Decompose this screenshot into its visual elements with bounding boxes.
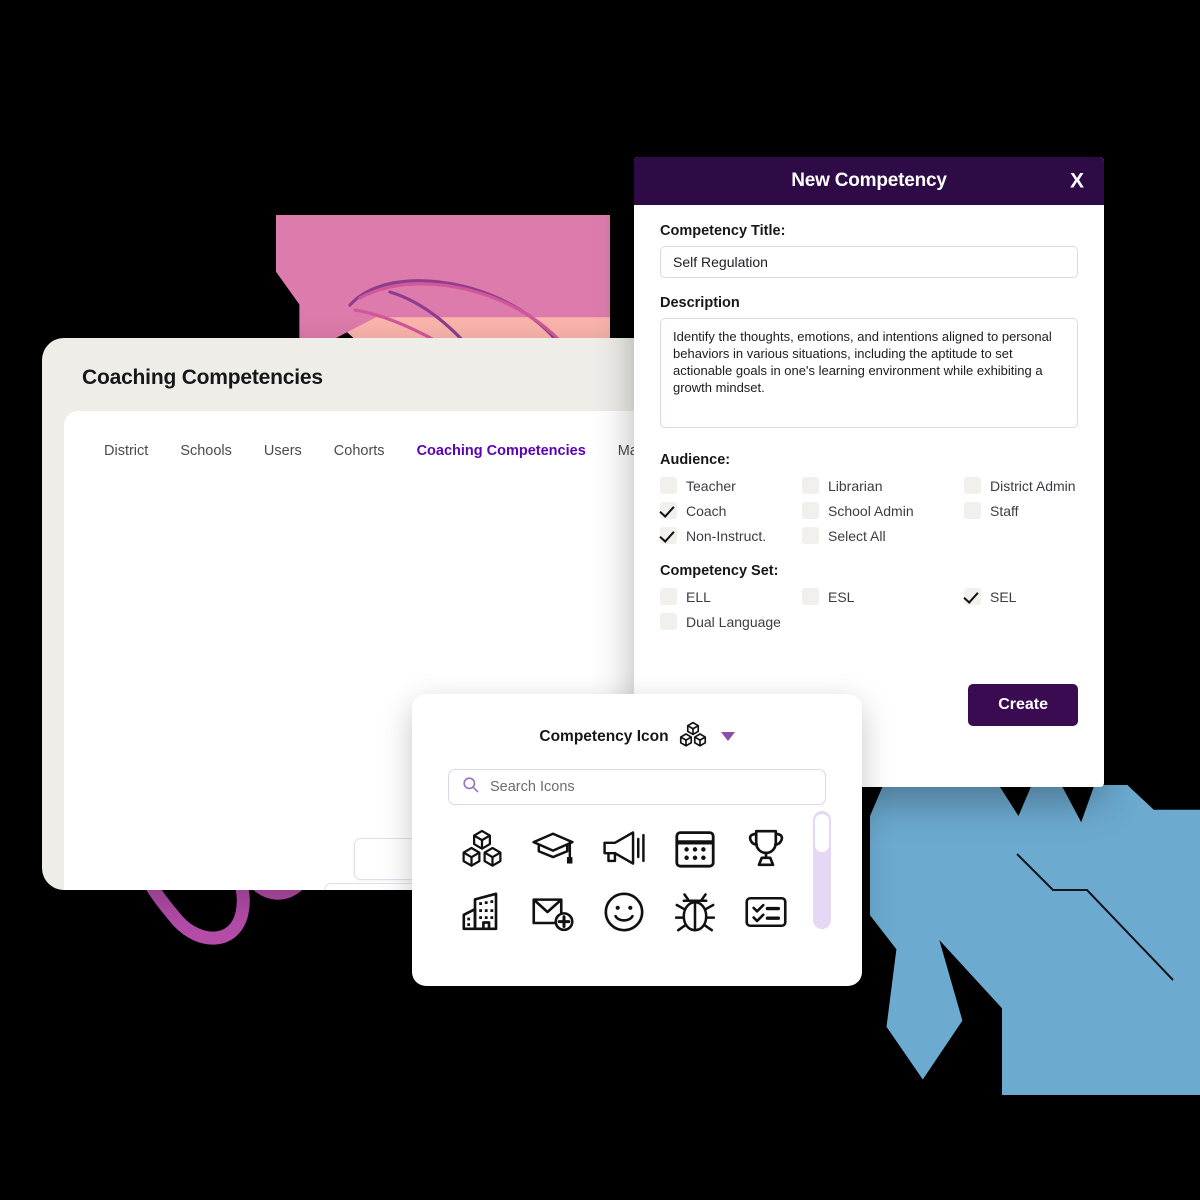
main-nav: District Schools Users Cohorts Coaching … xyxy=(104,443,662,459)
competency-title-input[interactable] xyxy=(660,246,1078,278)
audience-option-select-all[interactable]: Select All xyxy=(802,527,964,544)
audience-option-empty xyxy=(964,527,1078,544)
competency-set-option-sel[interactable]: SEL xyxy=(964,588,1078,605)
competency-title-label: Competency Title: xyxy=(660,223,786,239)
description-textarea[interactable] xyxy=(660,318,1078,428)
checkbox-icon[interactable] xyxy=(802,527,819,544)
checklist-card-icon[interactable] xyxy=(730,891,801,933)
create-button[interactable]: Create xyxy=(968,684,1078,726)
audience-option-label: School Admin xyxy=(828,502,914,519)
audience-option-label: Select All xyxy=(828,527,886,544)
dialog-header: New Competency X xyxy=(634,157,1104,205)
audience-option-non-instruct[interactable]: Non-Instruct. xyxy=(660,527,802,544)
dialog-title: New Competency xyxy=(791,170,947,191)
competency-set-option-empty xyxy=(964,613,1078,630)
close-icon[interactable]: X xyxy=(1070,171,1084,192)
audience-option-staff[interactable]: Staff xyxy=(964,502,1078,519)
calendar-icon[interactable] xyxy=(659,827,730,869)
icon-panel-header: Competency Icon xyxy=(412,694,862,753)
nav-item-district[interactable]: District xyxy=(104,443,148,459)
nav-item-coaching-competencies[interactable]: Coaching Competencies xyxy=(417,443,586,459)
checkbox-icon[interactable] xyxy=(802,502,819,519)
audience-option-librarian[interactable]: Librarian xyxy=(802,477,964,494)
competency-set-option-dual-language[interactable]: Dual Language xyxy=(660,613,802,630)
checkbox-icon[interactable] xyxy=(660,477,677,494)
blocks-icon[interactable] xyxy=(446,827,517,869)
competency-set-option-label: ESL xyxy=(828,588,855,605)
icon-grid-scrollbar[interactable] xyxy=(813,811,831,929)
audience-option-label: Coach xyxy=(686,502,727,519)
search-icon xyxy=(461,775,480,799)
audience-label: Audience: xyxy=(660,452,731,468)
checkbox-icon[interactable] xyxy=(802,477,819,494)
megaphone-icon[interactable] xyxy=(588,827,659,869)
description-label: Description xyxy=(660,295,740,311)
competency-set-option-label: Dual Language xyxy=(686,613,781,630)
page-title: Coaching Competencies xyxy=(82,366,323,389)
dialog-body: Competency Title: Description Audience: … xyxy=(634,205,1104,630)
checkbox-icon[interactable] xyxy=(660,588,677,605)
audience-option-district-admin[interactable]: District Admin xyxy=(964,477,1078,494)
buildings-icon[interactable] xyxy=(446,891,517,933)
new-competency-dialog: New Competency X Competency Title: Descr… xyxy=(634,157,1104,787)
checkbox-icon[interactable] xyxy=(964,502,981,519)
nav-item-users[interactable]: Users xyxy=(264,443,302,459)
trophy-icon[interactable] xyxy=(730,827,801,869)
graduation-cap-icon[interactable] xyxy=(517,827,588,869)
mail-add-icon[interactable] xyxy=(517,891,588,933)
search-input-placeholder: Search Icons xyxy=(490,779,575,795)
nav-item-cohorts[interactable]: Cohorts xyxy=(334,443,385,459)
audience-option-school-admin[interactable]: School Admin xyxy=(802,502,964,519)
checkbox-icon[interactable] xyxy=(964,477,981,494)
audience-option-label: Staff xyxy=(990,502,1019,519)
checkbox-icon[interactable] xyxy=(660,613,677,630)
competency-set-option-esl[interactable]: ESL xyxy=(802,588,964,605)
canvas: Coaching Competencies District Schools U… xyxy=(0,0,1200,1200)
audience-option-label: Teacher xyxy=(686,477,736,494)
competency-set-option-ell[interactable]: ELL xyxy=(660,588,802,605)
decorative-magenta-shape xyxy=(276,215,610,357)
competency-set-option-label: SEL xyxy=(990,588,1017,605)
competency-set-label: Competency Set: xyxy=(660,563,779,579)
search-input[interactable]: Search Icons xyxy=(448,769,826,805)
audience-checkbox-grid: Teacher Librarian District Admin Coach S… xyxy=(660,477,1078,544)
competency-set-option-label: ELL xyxy=(686,588,711,605)
audience-option-coach[interactable]: Coach xyxy=(660,502,802,519)
competency-set-checkbox-grid: ELL ESL SEL Dual Language xyxy=(660,588,1078,630)
blocks-icon[interactable] xyxy=(679,720,707,753)
checkbox-checked-icon[interactable] xyxy=(660,502,677,519)
icon-grid xyxy=(446,827,862,933)
nav-item-schools[interactable]: Schools xyxy=(180,443,232,459)
checkbox-checked-icon[interactable] xyxy=(660,527,677,544)
audience-option-label: Non-Instruct. xyxy=(686,527,767,544)
bug-icon[interactable] xyxy=(659,891,730,933)
audience-option-label: District Admin xyxy=(990,477,1076,494)
chevron-down-icon[interactable] xyxy=(720,732,735,741)
audience-option-teacher[interactable]: Teacher xyxy=(660,477,802,494)
checkbox-icon[interactable] xyxy=(802,588,819,605)
scrollbar-thumb[interactable] xyxy=(815,814,829,852)
competency-icon-panel: Competency Icon Search Icons xyxy=(412,694,862,986)
competency-set-option-empty xyxy=(802,613,964,630)
decorative-blue-line xyxy=(1016,853,1174,981)
smiley-icon[interactable] xyxy=(588,891,659,933)
decorative-blue-shape xyxy=(870,785,1200,1095)
icon-panel-title: Competency Icon xyxy=(539,727,669,745)
checkbox-checked-icon[interactable] xyxy=(964,588,981,605)
audience-option-label: Librarian xyxy=(828,477,883,494)
